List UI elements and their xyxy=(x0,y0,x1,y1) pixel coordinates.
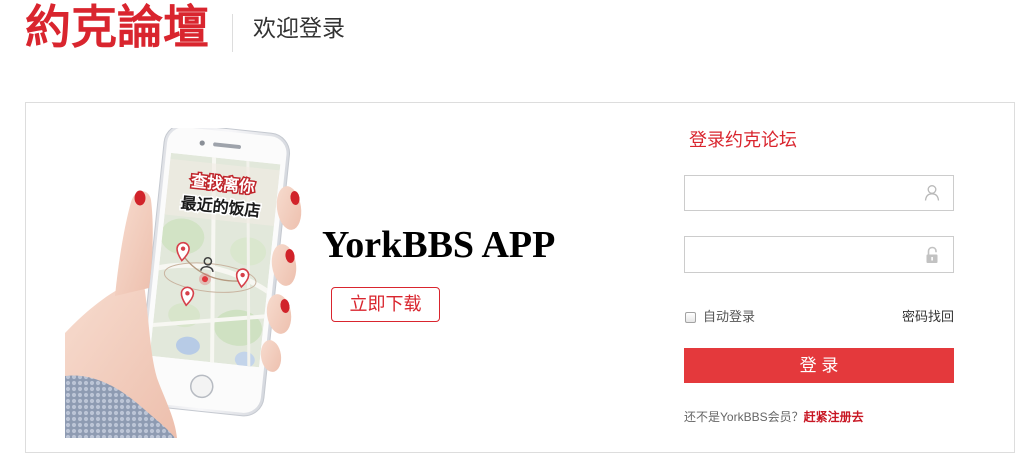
password-field[interactable] xyxy=(684,236,954,273)
login-page: 約克論壇 欢迎登录 查找离你 最近的饭店 YorkBBS APP 立即下载 登录… xyxy=(0,0,1022,460)
password-input[interactable] xyxy=(693,237,913,272)
login-form-title: 登录约克论坛 xyxy=(689,130,797,150)
username-field[interactable] xyxy=(684,175,954,211)
app-promo-illustration: 查找离你 最近的饭店 xyxy=(65,128,302,438)
thumb-nail xyxy=(134,190,146,206)
download-app-button[interactable]: 立即下载 xyxy=(331,287,440,322)
remember-me-checkbox[interactable] xyxy=(685,311,696,323)
forgot-password-link[interactable]: 密码找回 xyxy=(902,308,954,326)
register-link[interactable]: 赶紧注册去 xyxy=(804,410,864,424)
username-input[interactable] xyxy=(693,176,913,210)
page-title: 欢迎登录 xyxy=(253,15,345,41)
site-logo: 約克論壇 xyxy=(25,1,209,53)
remember-me-label: 自动登录 xyxy=(703,309,756,324)
header-divider xyxy=(232,14,233,52)
register-prompt-row: 还不是YorkBBS会员？赶紧注册去 xyxy=(684,408,864,426)
login-button[interactable]: 登 录 xyxy=(684,348,954,383)
app-title: YorkBBS APP xyxy=(322,224,556,266)
remember-me[interactable]: 自动登录 xyxy=(684,308,755,326)
phone: 查找离你 最近的饭店 xyxy=(137,128,291,417)
hand-thumb xyxy=(115,191,153,296)
lock-icon xyxy=(926,246,938,263)
login-panel: 查找离你 最近的饭店 YorkBBS APP 立即下载 登录约克论坛 自动登录 … xyxy=(25,102,1015,453)
register-prompt: 还不是YorkBBS会员？ xyxy=(684,410,804,424)
user-icon xyxy=(924,185,940,201)
